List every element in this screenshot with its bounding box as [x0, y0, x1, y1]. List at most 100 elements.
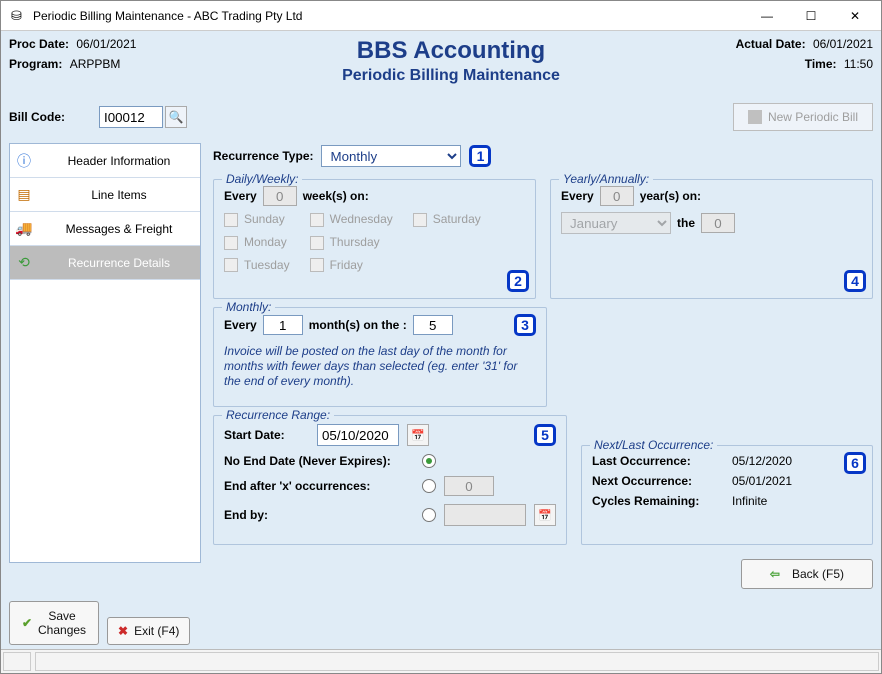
exit-label: Exit (F4)	[134, 624, 179, 638]
info-icon: ⓘ	[10, 151, 38, 171]
ya-the: the	[677, 216, 695, 230]
cb-friday	[310, 258, 324, 272]
sidebar: ⓘ Header Information ▤ Line Items 🚚 Mess…	[9, 143, 201, 645]
dw-weeks-on: week(s) on:	[303, 189, 369, 203]
range-legend: Recurrence Range:	[222, 408, 334, 422]
save-changes-button[interactable]: ✔ Save Changes	[9, 601, 99, 645]
monthly-every-label: Every	[224, 318, 257, 332]
start-date-label: Start Date:	[224, 428, 309, 442]
app-window: ⛁ Periodic Billing Maintenance - ABC Tra…	[0, 0, 882, 674]
exit-button[interactable]: ✖ Exit (F4)	[107, 617, 190, 645]
end-by-radio[interactable]	[422, 508, 436, 522]
ya-day-input	[701, 213, 735, 233]
cycles-remaining-label: Cycles Remaining:	[592, 494, 732, 508]
billcode-lookup-button[interactable]: 🔍	[165, 106, 187, 128]
time-value: 11:50	[844, 57, 873, 71]
next-last-group: Next/Last Occurrence: 6 Last Occurrence:…	[581, 445, 873, 545]
monthly-day-input[interactable]	[413, 315, 453, 335]
status-seg-1	[3, 652, 31, 671]
client-area: Proc Date: 06/01/2021 Program: ARPPBM BB…	[1, 31, 881, 649]
cycles-remaining-value: Infinite	[732, 494, 767, 508]
monthly-note: Invoice will be posted on the last day o…	[224, 344, 536, 389]
actual-date-label: Actual Date:	[736, 37, 806, 51]
badge-4: 4	[844, 270, 866, 292]
status-bar	[1, 649, 881, 673]
save-label: Save Changes	[38, 609, 86, 637]
end-by-date-input	[444, 504, 526, 526]
sub-title: Periodic Billing Maintenance	[209, 67, 693, 85]
check-icon: ✔	[22, 616, 32, 630]
content-panel: Recurrence Type: Monthly 1 Daily/Weekly:…	[213, 143, 873, 645]
no-end-label: No End Date (Never Expires):	[224, 454, 414, 468]
ya-month-select: January	[561, 212, 671, 234]
cb-saturday	[413, 213, 427, 227]
truck-icon: 🚚	[10, 220, 38, 237]
minimize-button[interactable]: —	[745, 2, 789, 30]
main-title: BBS Accounting	[209, 37, 693, 65]
actual-date-value: 06/01/2021	[813, 37, 873, 51]
end-after-input	[444, 476, 494, 496]
nav-recurrence-details[interactable]: ⟲ Recurrence Details	[10, 246, 200, 280]
proc-date-label: Proc Date:	[9, 37, 69, 51]
list-icon: ▤	[10, 186, 38, 203]
badge-5: 5	[534, 424, 556, 446]
close-button[interactable]: ✕	[833, 2, 877, 30]
new-bill-icon	[748, 110, 762, 124]
billcode-row: Bill Code: 🔍 New Periodic Bill	[9, 103, 873, 131]
end-by-label: End by:	[224, 508, 414, 522]
billcode-input[interactable]	[99, 106, 163, 128]
daily-weekly-group: Daily/Weekly: Every week(s) on: Sunday M…	[213, 179, 536, 299]
left-arrow-icon: ⇦	[770, 567, 780, 581]
cb-wednesday	[310, 213, 324, 227]
window-title: Periodic Billing Maintenance - ABC Tradi…	[33, 9, 745, 23]
last-occurrence-label: Last Occurrence:	[592, 454, 732, 468]
ya-years-input	[600, 186, 634, 206]
daily-weekly-legend: Daily/Weekly:	[222, 172, 302, 186]
monthly-months-input[interactable]	[263, 315, 303, 335]
nav-messages-freight[interactable]: 🚚 Messages & Freight	[10, 212, 200, 246]
cb-tuesday	[224, 258, 238, 272]
header-row: Proc Date: 06/01/2021 Program: ARPPBM BB…	[9, 37, 873, 85]
start-date-picker-button[interactable]: 📅	[407, 424, 429, 446]
start-date-input[interactable]	[317, 424, 399, 446]
next-occurrence-value: 05/01/2021	[732, 474, 792, 488]
dw-every-label: Every	[224, 189, 257, 203]
monthly-months-on: month(s) on the :	[309, 318, 407, 332]
nav-list: ⓘ Header Information ▤ Line Items 🚚 Mess…	[9, 143, 201, 563]
recurrence-type-label: Recurrence Type:	[213, 149, 313, 163]
no-end-radio[interactable]	[422, 454, 436, 468]
yearly-legend: Yearly/Annually:	[559, 172, 653, 186]
badge-3: 3	[514, 314, 536, 336]
cb-thursday	[310, 236, 324, 250]
nav-line-items[interactable]: ▤ Line Items	[10, 178, 200, 212]
dw-weeks-input	[263, 186, 297, 206]
end-after-label: End after 'x' occurrences:	[224, 479, 414, 493]
program-value: ARPPBM	[70, 57, 121, 71]
back-button[interactable]: ⇦ Back (F5)	[741, 559, 873, 589]
maximize-button[interactable]: ☐	[789, 2, 833, 30]
new-bill-label: New Periodic Bill	[768, 110, 858, 124]
recurrence-type-row: Recurrence Type: Monthly 1	[213, 143, 873, 171]
yearly-group: Yearly/Annually: Every year(s) on: Janua…	[550, 179, 873, 299]
badge-6: 6	[844, 452, 866, 474]
cb-sunday	[224, 213, 238, 227]
program-label: Program:	[9, 57, 62, 71]
last-occurrence-value: 05/12/2020	[732, 454, 792, 468]
ya-every-label: Every	[561, 189, 594, 203]
end-by-date-picker-button[interactable]: 📅	[534, 504, 556, 526]
monthly-legend: Monthly:	[222, 300, 275, 314]
app-icon: ⛁	[11, 8, 27, 24]
monthly-group: Monthly: Every month(s) on the : 3 Invoi…	[213, 307, 547, 407]
end-after-radio[interactable]	[422, 479, 436, 493]
recurrence-icon: ⟲	[10, 254, 38, 271]
ya-years-on: year(s) on:	[640, 189, 701, 203]
cb-monday	[224, 236, 238, 250]
nav-header-information[interactable]: ⓘ Header Information	[10, 144, 200, 178]
back-label: Back (F5)	[792, 567, 844, 581]
badge-1: 1	[469, 145, 491, 167]
x-icon: ✖	[118, 624, 128, 638]
proc-date-value: 06/01/2021	[76, 37, 136, 51]
recurrence-type-select[interactable]: Monthly	[321, 145, 461, 167]
titlebar: ⛁ Periodic Billing Maintenance - ABC Tra…	[1, 1, 881, 31]
billcode-label: Bill Code:	[9, 110, 99, 124]
